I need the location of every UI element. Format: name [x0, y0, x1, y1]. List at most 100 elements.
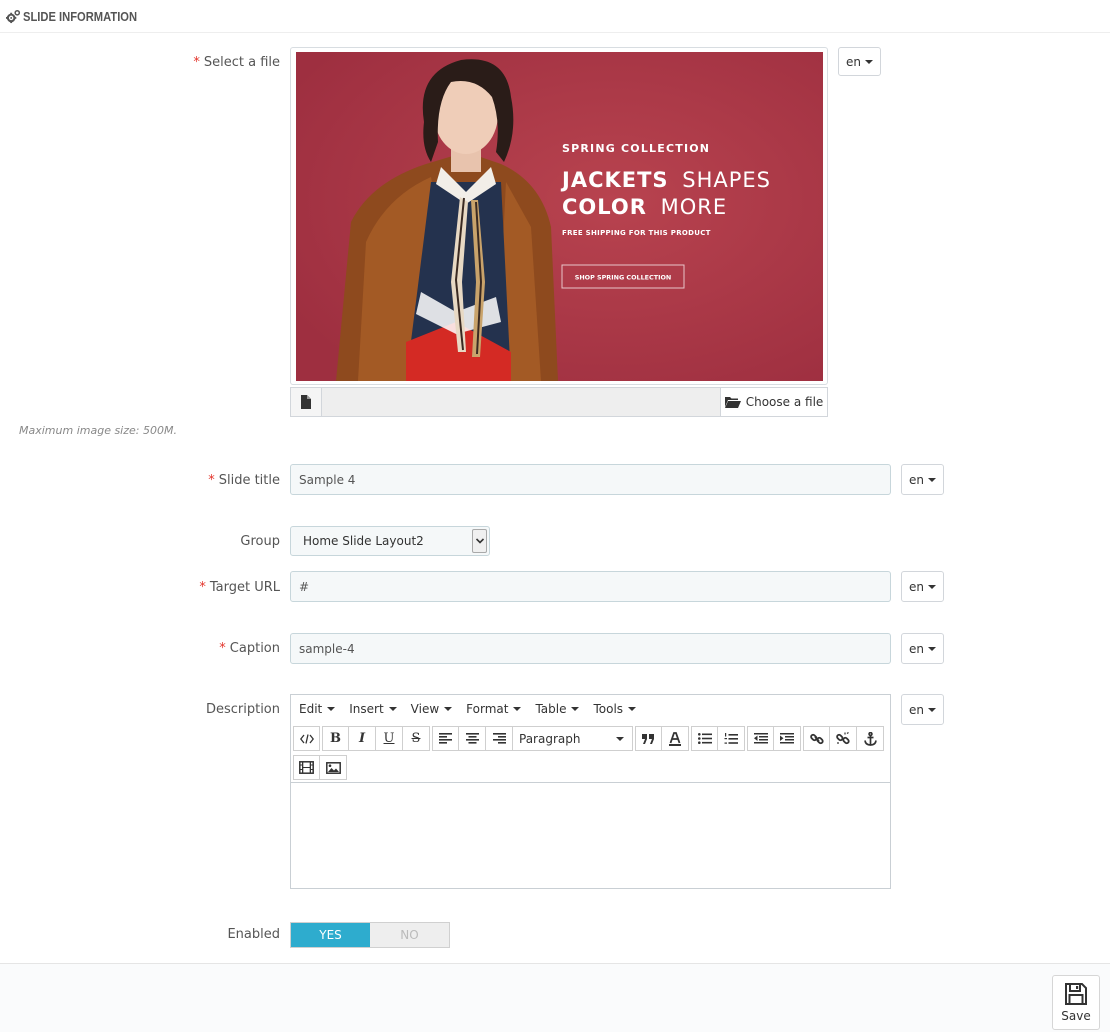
group-select[interactable]: Home Slide Layout2 — [290, 526, 490, 556]
slide-title-label: * Slide title — [208, 473, 280, 488]
slide-image: SPRING COLLECTION JACKETS SHAPES COLOR M… — [296, 52, 823, 381]
strikethrough-button[interactable]: S — [403, 726, 430, 751]
anchor-button[interactable] — [857, 726, 884, 751]
editor-toolbar-row-2 — [293, 755, 349, 780]
align-right-button[interactable] — [486, 726, 513, 751]
target-url-lang-button[interactable]: en — [901, 571, 944, 602]
align-right-icon — [492, 733, 506, 744]
file-icon — [301, 395, 311, 409]
slide-subline: FREE SHIPPING FOR THIS PRODUCT — [562, 229, 711, 237]
save-button[interactable]: Save — [1052, 975, 1100, 1030]
caret-down-icon — [865, 59, 873, 64]
bold-icon: B — [330, 731, 341, 746]
slide-image-graphic: SPRING COLLECTION JACKETS SHAPES COLOR M… — [296, 52, 823, 381]
unlink-icon — [836, 731, 850, 744]
caret-down-icon — [616, 736, 624, 741]
align-left-button[interactable] — [432, 726, 459, 751]
description-label: Description — [205, 702, 280, 717]
bold-button[interactable]: B — [322, 726, 349, 751]
caption-label: * Caption — [219, 641, 280, 656]
outdent-button[interactable] — [747, 726, 774, 751]
caret-down-icon — [928, 646, 936, 651]
svg-text:COLOR MORE: COLOR MORE — [562, 195, 727, 219]
format-select[interactable]: Paragraph — [513, 726, 633, 751]
caret-down-icon — [928, 584, 936, 589]
description-lang-button[interactable]: en — [901, 694, 944, 725]
file-upload-bar: Choose a file — [290, 387, 828, 417]
code-icon — [299, 733, 314, 744]
enabled-no-option[interactable]: NO — [370, 923, 449, 947]
caret-down-icon — [928, 477, 936, 482]
italic-button[interactable]: I — [349, 726, 376, 751]
caption-input[interactable]: sample-4 — [290, 633, 891, 664]
caret-down-icon — [628, 707, 637, 711]
blockquote-button[interactable] — [635, 726, 662, 751]
insert-media-button[interactable] — [293, 755, 320, 780]
align-center-icon — [465, 733, 479, 744]
underline-button[interactable]: U — [376, 726, 403, 751]
caret-down-icon — [444, 707, 453, 711]
choose-file-button[interactable]: Choose a file — [720, 388, 827, 416]
bullet-list-icon — [697, 733, 712, 744]
caret-down-icon — [327, 707, 336, 711]
numbered-list-icon — [724, 732, 738, 744]
file-icon-box — [291, 388, 322, 416]
file-name-field[interactable] — [322, 388, 720, 416]
panel-title: SLIDE INFORMATION — [23, 9, 138, 24]
text-color-icon — [669, 731, 681, 746]
menu-insert[interactable]: Insert — [349, 702, 397, 716]
caption-lang-button[interactable]: en — [901, 633, 944, 664]
enabled-yes-option[interactable]: YES — [291, 923, 370, 947]
source-code-button[interactable] — [293, 726, 320, 751]
outdent-icon — [753, 733, 768, 744]
slide-button-text: SHOP SPRING COLLECTION — [575, 274, 672, 282]
text-color-button[interactable] — [662, 726, 689, 751]
unlink-button[interactable] — [830, 726, 857, 751]
slide-headline-bold-2: COLOR — [562, 195, 647, 219]
numbered-list-button[interactable] — [718, 726, 745, 751]
caret-down-icon — [513, 707, 522, 711]
bullet-list-button[interactable] — [691, 726, 718, 751]
insert-image-button[interactable] — [320, 755, 347, 780]
editor-toolbar-row-1: B I U S Paragraph — [293, 726, 886, 751]
insert-link-button[interactable] — [803, 726, 830, 751]
enabled-label: Enabled — [227, 927, 280, 942]
enabled-toggle: YES NO — [290, 922, 450, 948]
description-editor: Edit Insert View Format Table Tools B I … — [290, 694, 891, 889]
slide-headline-light-1: SHAPES — [682, 168, 771, 192]
slide-headline-bold-1: JACKETS — [560, 168, 669, 192]
folder-open-icon — [724, 397, 741, 408]
menu-format[interactable]: Format — [466, 702, 522, 716]
align-center-button[interactable] — [459, 726, 486, 751]
file-label: * Select a file — [193, 55, 280, 70]
menu-table[interactable]: Table — [535, 702, 580, 716]
indent-button[interactable] — [774, 726, 801, 751]
cogs-icon — [6, 9, 21, 24]
underline-icon: U — [383, 731, 395, 746]
editor-content-area[interactable] — [291, 782, 890, 889]
target-url-input[interactable]: # — [290, 571, 891, 602]
slide-eyebrow: SPRING COLLECTION — [562, 142, 710, 155]
panel-heading: SLIDE INFORMATION — [0, 0, 1110, 33]
slide-title-lang-button[interactable]: en — [901, 464, 944, 495]
slide-headline-light-2: MORE — [661, 195, 728, 219]
caret-down-icon — [571, 707, 580, 711]
slide-title-input[interactable]: Sample 4 — [290, 464, 891, 495]
save-icon — [1065, 983, 1087, 1005]
align-left-icon — [439, 733, 452, 744]
caret-down-icon — [928, 707, 936, 712]
max-size-help: Maximum image size: 500M. — [19, 424, 177, 437]
svg-text:JACKETS SHAPES: JACKETS SHAPES — [560, 168, 771, 192]
select-arrow-icon — [472, 529, 487, 553]
menu-edit[interactable]: Edit — [299, 702, 336, 716]
italic-icon: I — [358, 731, 366, 746]
link-icon — [809, 733, 824, 744]
anchor-icon — [863, 731, 877, 746]
image-icon — [325, 761, 341, 774]
menu-view[interactable]: View — [411, 702, 453, 716]
target-url-label: * Target URL — [199, 580, 280, 595]
editor-menubar: Edit Insert View Format Table Tools — [291, 695, 890, 723]
group-label: Group — [240, 534, 280, 549]
menu-tools[interactable]: Tools — [593, 702, 637, 716]
file-lang-button[interactable]: en — [838, 47, 881, 76]
